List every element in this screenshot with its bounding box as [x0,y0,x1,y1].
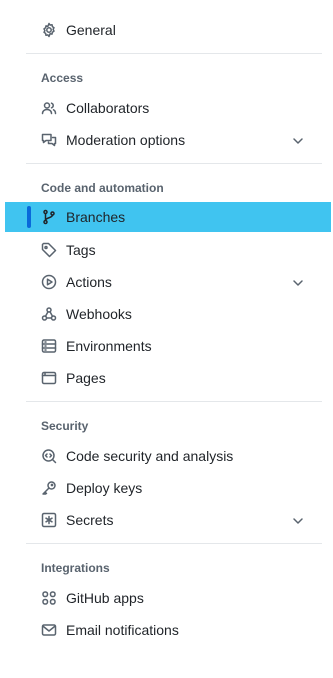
sidebar-item-label: Collaborators [66,100,150,116]
play-icon [41,274,57,290]
sidebar-item-tags[interactable]: Tags [26,236,322,264]
git-branch-icon [41,209,57,225]
section-divider [26,401,322,402]
active-indicator [27,206,31,228]
sidebar-item-label: Branches [66,209,126,225]
key-icon [41,480,57,496]
sidebar-item-deploy-keys[interactable]: Deploy keys [26,474,322,502]
sidebar-item-label: General [66,22,116,38]
chevron-down-icon[interactable] [292,514,304,526]
browser-icon [41,370,57,386]
people-icon [41,100,57,116]
chevron-down-icon[interactable] [292,276,304,288]
sidebar-item-environments[interactable]: Environments [26,332,322,360]
section-heading-access: Access [41,71,84,85]
server-icon [41,338,57,354]
sidebar-item-label: Moderation options [66,132,186,148]
sidebar-item-label: Email notifications [66,622,179,638]
sidebar-item-label: Pages [66,370,106,386]
sidebar-item-branches[interactable]: Branches [5,202,331,232]
sidebar-item-label: GitHub apps [66,590,144,606]
key-asterisk-icon [41,512,57,528]
sidebar-item-label: Tags [66,242,96,258]
sidebar-item-secrets[interactable]: Secrets [26,506,322,534]
tag-icon [41,242,57,258]
mail-icon [41,622,57,638]
sidebar-item-email-notifications[interactable]: Email notifications [26,616,322,644]
sidebar-item-moderation-options[interactable]: Moderation options [26,126,322,154]
sidebar-item-label: Secrets [66,512,114,528]
sidebar-item-github-apps[interactable]: GitHub apps [26,584,322,612]
section-divider [26,53,322,54]
sidebar-item-general[interactable]: General [26,16,322,44]
sidebar-item-code-security-and-analysis[interactable]: Code security and analysis [26,442,322,470]
webhook-icon [41,306,57,322]
section-heading-integrations: Integrations [41,561,110,575]
sidebar-item-webhooks[interactable]: Webhooks [26,300,322,328]
sidebar-item-collaborators[interactable]: Collaborators [26,94,322,122]
sidebar-item-label: Actions [66,274,112,290]
sidebar-item-label: Code security and analysis [66,448,234,464]
section-divider [26,163,322,164]
sidebar-item-label: Deploy keys [66,480,143,496]
apps-icon [41,590,57,606]
comment-discussion-icon [41,132,57,148]
gear-icon [41,22,57,38]
section-heading-security: Security [41,419,89,433]
sidebar-item-pages[interactable]: Pages [26,364,322,392]
sidebar-item-label: Webhooks [66,306,132,322]
sidebar-item-label: Environments [66,338,152,354]
sidebar-item-actions[interactable]: Actions [26,268,322,296]
section-divider [26,543,322,544]
section-heading-code-and-automation: Code and automation [41,181,164,195]
chevron-down-icon[interactable] [292,134,304,146]
codescan-icon [41,448,57,464]
